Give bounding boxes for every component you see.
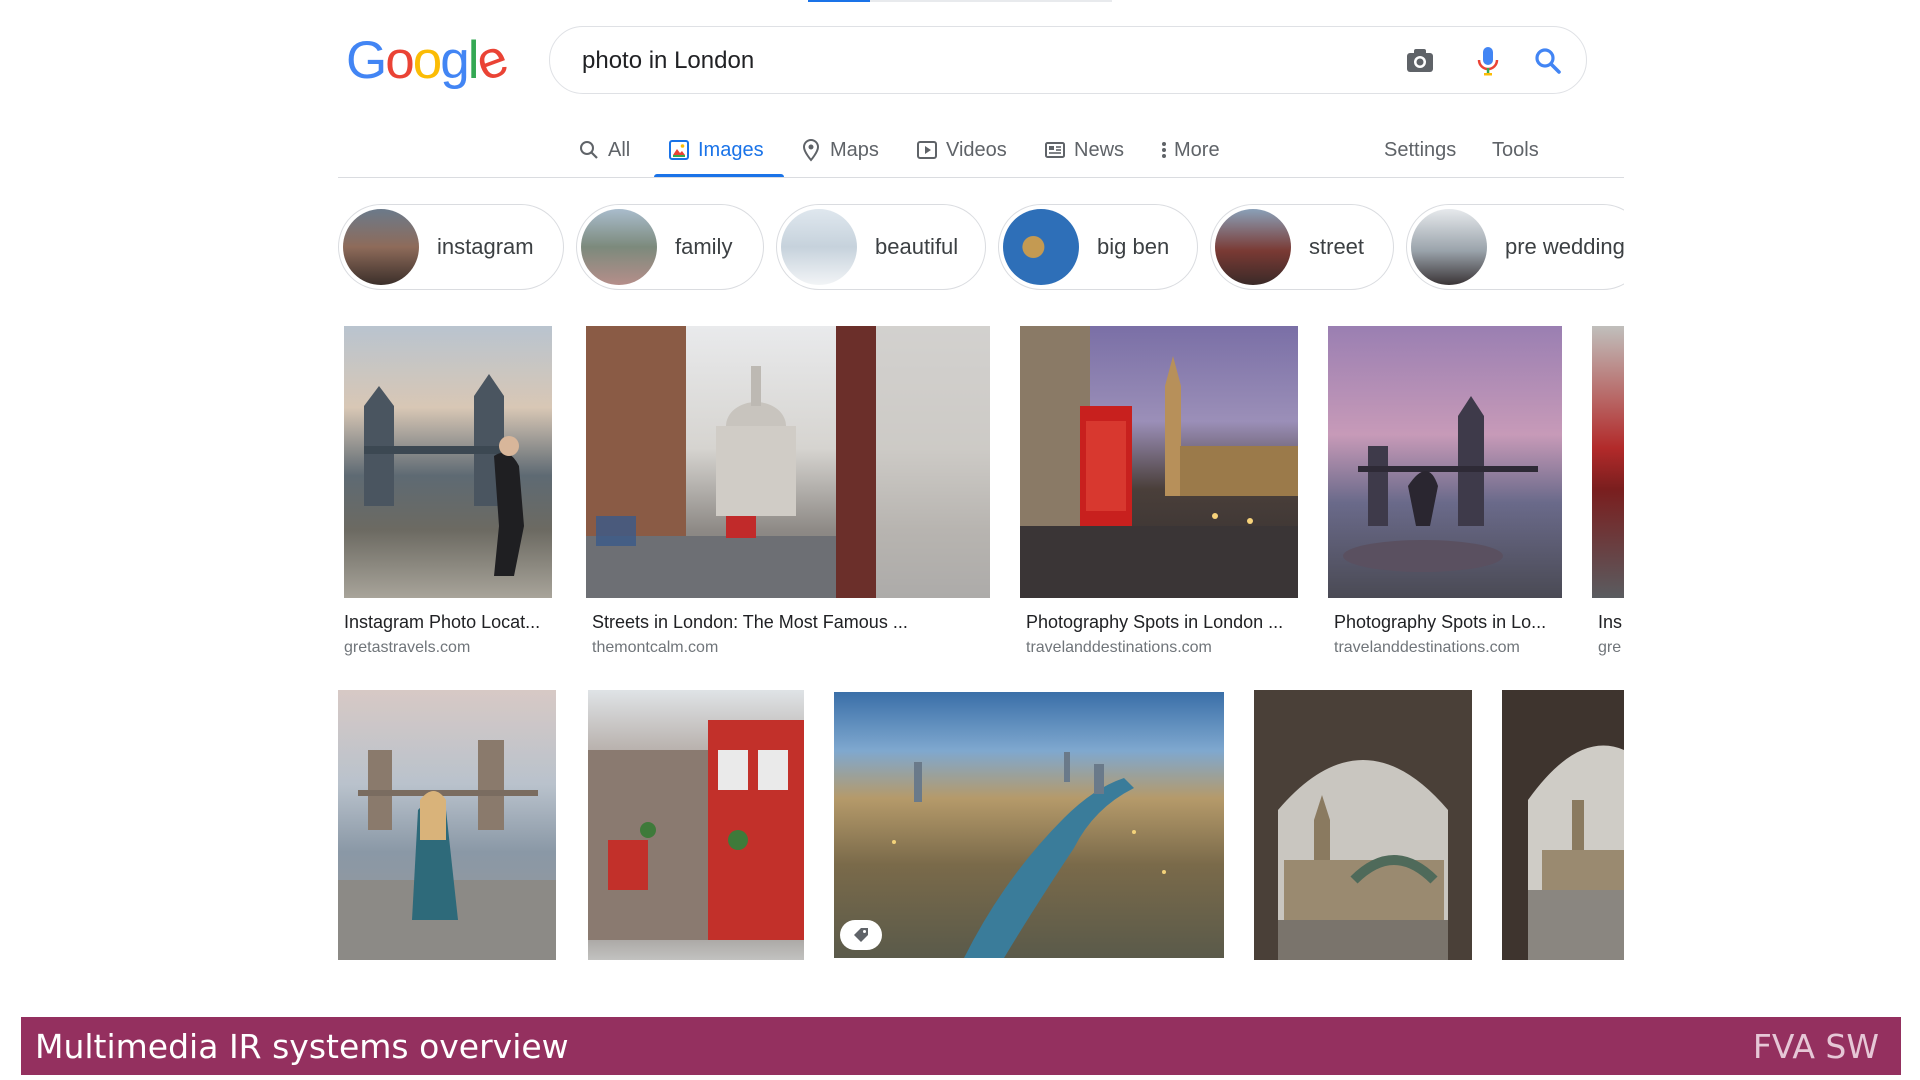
image-result[interactable]: Photography Spots in Lo... travelanddest… [1328,326,1562,666]
result-thumbnail [1328,326,1562,598]
top-scroll-indicator [808,0,1112,2]
result-thumbnail [588,690,804,960]
news-icon [1044,139,1066,161]
chip-thumbnail [343,209,419,285]
chip-label: pre wedding [1505,234,1624,259]
result-title: Photography Spots in Lo... [1334,612,1547,632]
chip-beautiful[interactable]: beautiful [776,204,986,290]
result-thumbnail [1502,690,1624,960]
more-vertical-icon [1160,139,1168,161]
image-result[interactable]: Streets in London: The Most Famous ... t… [586,326,990,666]
tab-images[interactable]: Images [668,130,764,170]
tab-label: News [1074,138,1125,161]
result-thumbnail [1254,690,1472,960]
tab-all[interactable]: All [578,130,630,170]
result-title: Streets in London: The Most Famous ... [592,612,908,632]
chip-thumbnail [1215,209,1291,285]
chip-street[interactable]: street [1210,204,1394,290]
logo-letter: o [385,31,415,90]
search-tabs: All Images Maps Videos News More Setting… [0,118,1920,178]
tag-icon[interactable] [840,920,882,950]
image-results-grid: Instagram Photo Locat... gretastravels.c… [338,320,1624,980]
result-thumbnail [1592,326,1624,598]
result-thumbnail [338,690,556,960]
tab-label: All [608,138,631,161]
chip-pre-wedding[interactable]: pre wedding [1406,204,1624,290]
slide-footer: Multimedia IR systems overview FVA SW [21,1017,1901,1075]
tools-label: Tools [1492,138,1539,161]
search-icon [578,139,600,161]
chip-instagram[interactable]: instagram [338,204,564,290]
result-site: travelanddestinations.com [1334,639,1520,656]
image-result[interactable]: Instagram Photo Locat... gretastravels.c… [344,326,552,666]
footer-author: FVA SW [1752,1027,1879,1066]
settings-link[interactable]: Settings [1384,130,1456,170]
result-title: Instagram Photo Locat... [344,612,541,632]
result-thumbnail [586,326,990,598]
tab-maps[interactable]: Maps [800,130,879,170]
logo-letter: g [440,31,470,90]
tab-label: Videos [946,138,1007,161]
result-site: gre [1598,639,1622,656]
map-pin-icon [800,138,822,162]
camera-icon[interactable] [1400,41,1440,81]
slide: G o o g l e photo in London All Images M… [0,0,1920,1080]
google-logo[interactable]: G o o g l e [346,28,514,93]
chip-label: instagram [437,234,534,259]
search-icon[interactable] [1528,41,1568,81]
microphone-icon[interactable] [1468,41,1508,81]
chip-label: family [675,234,733,259]
image-icon [668,139,690,161]
chip-thumbnail [781,209,857,285]
result-site: themontcalm.com [592,639,719,656]
tabs-divider [338,177,1624,178]
chip-label: street [1309,234,1365,259]
tab-more[interactable]: More [1160,130,1220,170]
image-result[interactable] [1502,690,1624,960]
result-title: Ins [1598,612,1623,632]
logo-letter: G [346,31,387,90]
search-box [549,26,1587,94]
settings-label: Settings [1384,138,1457,161]
chip-thumbnail [1003,209,1079,285]
tab-news[interactable]: News [1044,130,1124,170]
result-thumbnail [344,326,552,598]
result-site: gretastravels.com [344,639,471,656]
tab-label: Images [698,138,764,161]
result-thumbnail [834,692,1224,958]
image-result[interactable] [588,690,804,960]
logo-letter: o [412,31,443,90]
image-result[interactable]: Ins gre [1592,326,1624,666]
result-site: travelanddestinations.com [1026,639,1212,656]
image-result[interactable] [834,692,1224,958]
image-result[interactable] [1254,690,1472,960]
tab-label: Maps [830,138,879,161]
chip-label: big ben [1097,234,1170,259]
chip-family[interactable]: family [576,204,764,290]
tab-videos[interactable]: Videos [916,130,1007,170]
search-input[interactable] [580,43,1364,79]
chip-big-ben[interactable]: big ben [998,204,1198,290]
chip-thumbnail [581,209,657,285]
image-result[interactable] [338,690,556,960]
result-thumbnail [1020,326,1298,598]
chip-label: beautiful [875,234,959,259]
related-searches-chips: instagram family beautiful big ben stree… [338,202,1624,296]
play-icon [916,139,938,161]
result-title: Photography Spots in London ... [1026,612,1284,632]
footer-title: Multimedia IR systems overview [35,1027,569,1066]
chip-thumbnail [1411,209,1487,285]
tools-link[interactable]: Tools [1492,130,1539,170]
image-result[interactable]: Photography Spots in London ... travelan… [1020,326,1298,666]
tab-label: More [1174,138,1220,161]
